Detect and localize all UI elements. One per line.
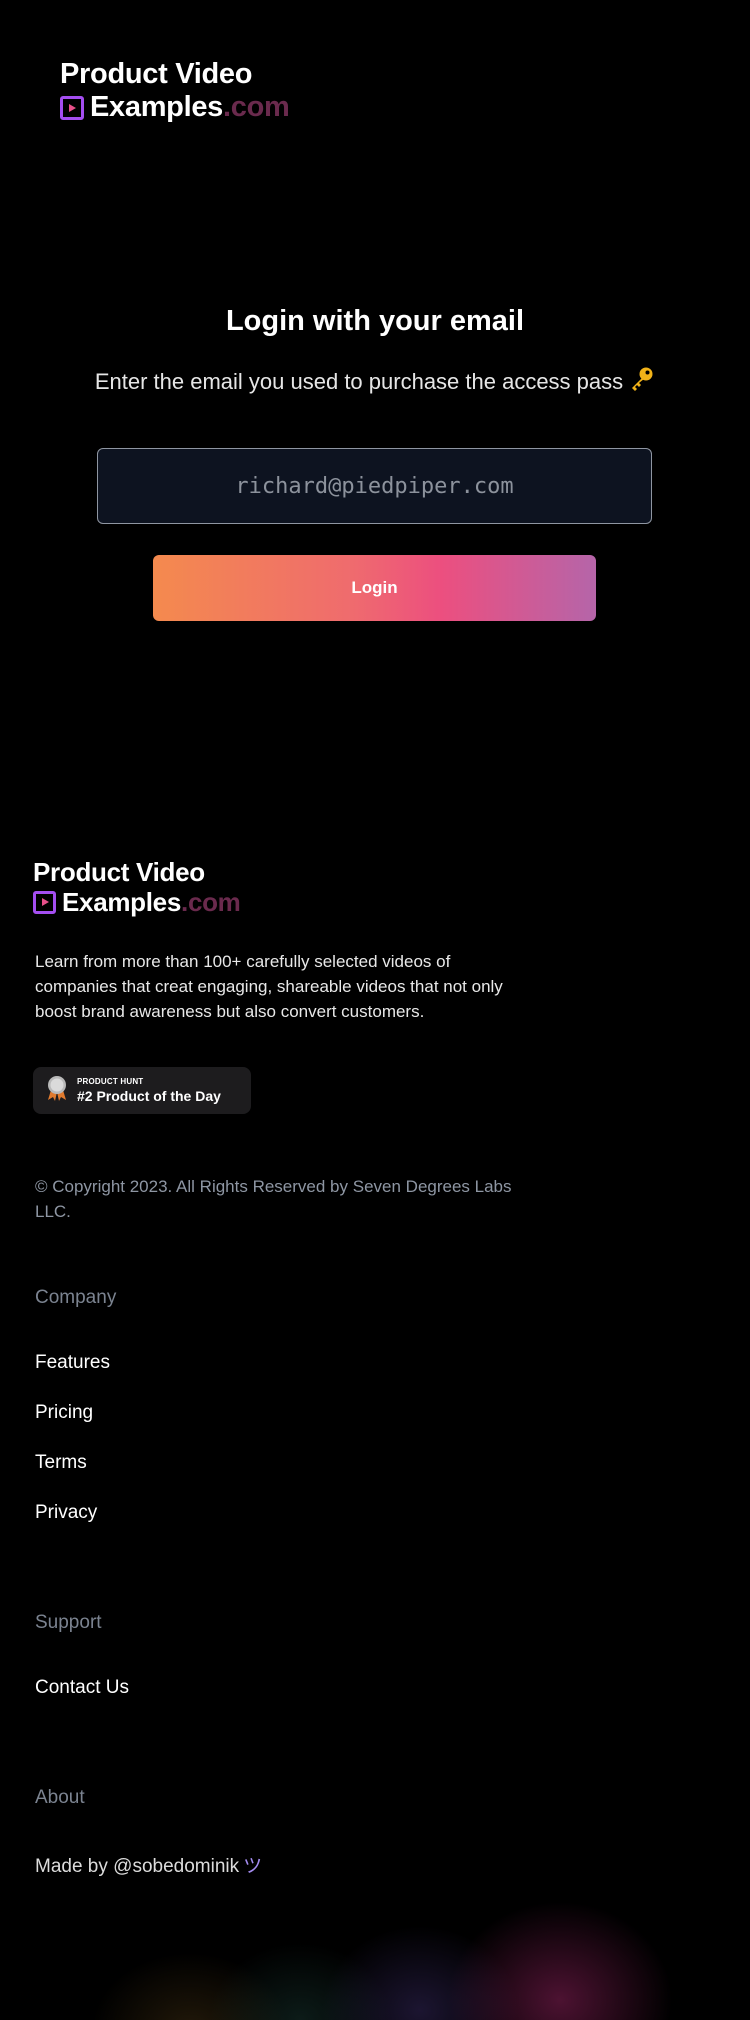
- logo-com: .com: [223, 91, 290, 123]
- footer-link-features[interactable]: Features: [35, 1352, 110, 1374]
- made-by-text: Made by @sobedominik: [35, 1856, 240, 1877]
- logo-com: .com: [181, 887, 241, 917]
- badge-main-text: #2 Product of the Day: [77, 1088, 221, 1104]
- about-heading: About: [35, 1787, 85, 1808]
- logo-examples: Examples: [90, 91, 224, 123]
- login-subtitle-text: Enter the email you used to purchase the…: [94, 369, 624, 394]
- login-title: Login with your email: [225, 305, 525, 337]
- logo-line1: Product Video: [60, 58, 253, 90]
- play-icon: [60, 95, 84, 120]
- login-button[interactable]: Login: [153, 555, 596, 621]
- badge-small-text: PRODUCT HUNT: [77, 1077, 144, 1086]
- email-input[interactable]: [97, 448, 652, 524]
- made-by[interactable]: Made by @sobedominik ツ: [35, 1851, 262, 1878]
- copyright: © Copyright 2023. All Rights Reserved by…: [35, 1177, 512, 1221]
- key-icon: [627, 365, 655, 399]
- smile-glyph: ツ: [243, 1856, 263, 1877]
- company-heading: Company: [35, 1287, 117, 1308]
- product-hunt-badge[interactable]: PRODUCT HUNT #2 Product of the Day: [33, 1067, 251, 1114]
- support-heading: Support: [35, 1612, 102, 1633]
- footer-link-contact-us[interactable]: Contact Us: [35, 1677, 129, 1699]
- footer-description: Learn from more than 100+ carefully sele…: [35, 952, 503, 1021]
- medal-icon: [45, 1074, 69, 1107]
- footer-link-terms[interactable]: Terms: [35, 1452, 87, 1474]
- logo-examples: Examples: [62, 887, 182, 917]
- login-subtitle: Enter the email you used to purchase the…: [0, 365, 750, 399]
- footer-link-pricing[interactable]: Pricing: [35, 1402, 93, 1424]
- play-icon: [33, 890, 56, 914]
- logo-line1: Product Video: [33, 857, 205, 887]
- header-logo[interactable]: Product Video Examples .com: [60, 60, 290, 122]
- footer-link-privacy[interactable]: Privacy: [35, 1502, 97, 1524]
- footer-logo[interactable]: Product Video Examples .com: [33, 859, 241, 915]
